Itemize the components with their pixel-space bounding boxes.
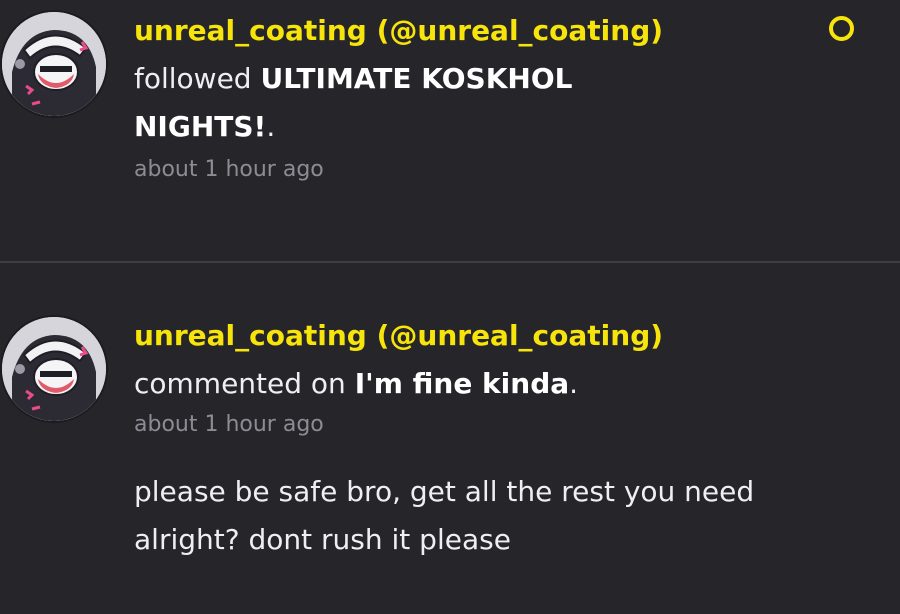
action-text: commented on [134,367,355,400]
avatar[interactable] [0,10,108,118]
notification-action: followed ULTIMATE KOSKHOL NIGHTS!. [134,55,694,151]
unread-dot-icon[interactable] [829,16,854,41]
avatar-illustration [2,12,106,116]
action-suffix: . [569,367,579,400]
notification-timestamp: about 1 hour ago [134,412,324,437]
notification-item-comment[interactable]: unreal_coating (@unreal_coating) comment… [0,263,900,614]
action-target-link[interactable]: I'm fine kinda [355,367,569,400]
notification-username[interactable]: unreal_coating (@unreal_coating) [134,319,663,353]
avatar-illustration [2,317,106,421]
notification-username[interactable]: unreal_coating (@unreal_coating) [134,14,663,48]
notification-action: commented on I'm fine kinda. [134,360,694,408]
notification-item-follow[interactable]: unreal_coating (@unreal_coating) followe… [0,0,900,263]
comment-text: please be safe bro, get all the rest you… [134,475,755,556]
action-suffix: . [266,110,276,143]
notification-timestamp: about 1 hour ago [134,157,324,182]
notification-feed: unreal_coating (@unreal_coating) followe… [0,0,900,614]
action-text: followed [134,62,261,95]
avatar[interactable] [0,315,108,423]
